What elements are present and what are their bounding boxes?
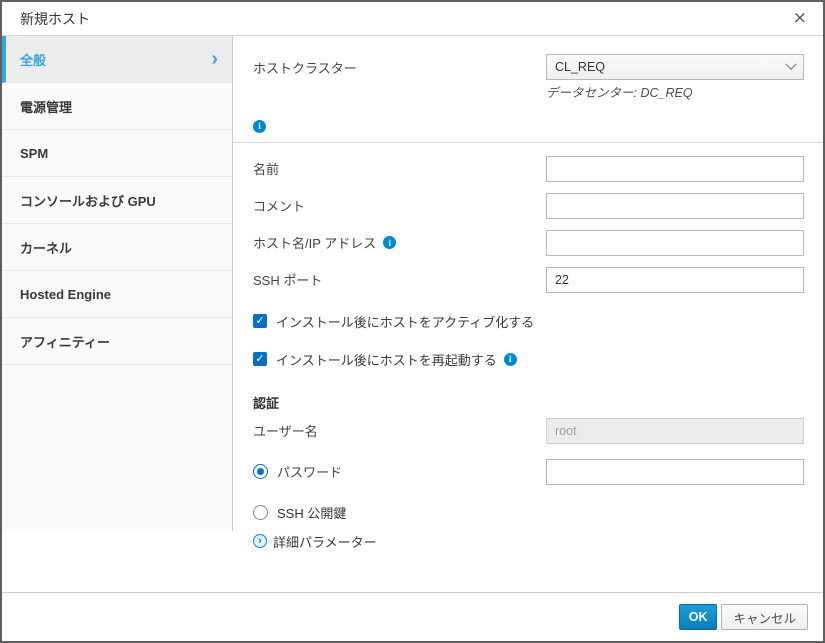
info-icon[interactable]: i	[253, 120, 266, 133]
dialog-header: 新規ホスト ×	[2, 2, 823, 36]
ssh-key-label: SSH 公開鍵	[277, 503, 346, 522]
sidebar-item-label: コンソールおよび GPU	[20, 191, 156, 210]
expand-circle-icon: ›	[253, 534, 267, 548]
sidebar-item-power-management[interactable]: 電源管理	[2, 83, 232, 130]
cancel-button[interactable]: キャンセル	[721, 604, 808, 630]
close-icon[interactable]: ×	[793, 10, 807, 27]
dialog-body: 全般 › 電源管理 SPM コンソールおよび GPU カーネル Hosted E…	[2, 36, 823, 592]
sidebar-item-label: カーネル	[20, 238, 72, 257]
password-label: パスワード	[277, 462, 342, 481]
sidebar-item-label: Hosted Engine	[20, 287, 111, 302]
sidebar-item-label: 全般	[20, 50, 46, 69]
name-label: 名前	[253, 159, 546, 178]
ok-button[interactable]: OK	[679, 604, 718, 630]
sidebar-item-label: 電源管理	[20, 97, 72, 116]
sidebar-panel: 全般 › 電源管理 SPM コンソールおよび GPU カーネル Hosted E…	[2, 36, 233, 531]
info-icon[interactable]: i	[504, 353, 517, 366]
comment-input[interactable]	[546, 193, 804, 219]
auth-section-title: 認証	[253, 393, 804, 412]
dialog-title: 新規ホスト	[20, 9, 90, 29]
sidebar-item-general[interactable]: 全般 ›	[2, 36, 232, 83]
host-cluster-select[interactable]: CL_REQ	[546, 54, 804, 80]
new-host-dialog: 新規ホスト × 全般 › 電源管理 SPM コンソールおよび GPU	[0, 0, 825, 643]
datacenter-note: データセンター: DC_REQ	[546, 82, 804, 101]
ssh-port-input[interactable]	[546, 267, 804, 293]
general-tab-content: ホストクラスター CL_REQ データセンター: DC_REQ i 名前	[233, 36, 823, 592]
chevron-right-icon: ›	[211, 49, 218, 69]
advanced-parameters-label: 詳細パラメーター	[273, 532, 377, 551]
sidebar-item-console-gpu[interactable]: コンソールおよび GPU	[2, 177, 232, 224]
name-input[interactable]	[546, 156, 804, 182]
activate-host-label: インストール後にホストをアクティブ化する	[276, 312, 534, 331]
hostname-label: ホスト名/IP アドレス	[253, 233, 376, 252]
username-label: ユーザー名	[253, 421, 546, 440]
sidebar-item-kernel[interactable]: カーネル	[2, 224, 232, 271]
comment-label: コメント	[253, 196, 546, 215]
dialog-footer: OK キャンセル	[2, 592, 823, 641]
sidebar-item-spm[interactable]: SPM	[2, 130, 232, 177]
sidebar-item-hosted-engine[interactable]: Hosted Engine	[2, 271, 232, 318]
divider	[233, 142, 823, 143]
sidebar: 全般 › 電源管理 SPM コンソールおよび GPU カーネル Hosted E…	[2, 36, 233, 592]
ssh-port-label: SSH ポート	[253, 270, 546, 289]
activate-host-checkbox[interactable]: ✓	[253, 314, 267, 328]
host-cluster-selected-value: CL_REQ	[555, 60, 605, 74]
sidebar-item-label: SPM	[20, 146, 48, 161]
info-icon[interactable]: i	[383, 236, 396, 249]
sidebar-item-affinity[interactable]: アフィニティー	[2, 318, 232, 365]
advanced-parameters-toggle[interactable]: › 詳細パラメーター	[253, 532, 804, 551]
reboot-host-checkbox[interactable]: ✓	[253, 352, 267, 366]
host-cluster-label: ホストクラスター	[253, 58, 546, 77]
reboot-host-label: インストール後にホストを再起動する	[276, 350, 497, 369]
hostname-input[interactable]	[546, 230, 804, 256]
username-input	[546, 418, 804, 444]
sidebar-item-label: アフィニティー	[20, 332, 110, 351]
caret-down-icon	[785, 59, 796, 70]
password-radio[interactable]	[253, 464, 268, 479]
ssh-key-radio[interactable]	[253, 505, 268, 520]
password-input[interactable]	[546, 459, 804, 485]
